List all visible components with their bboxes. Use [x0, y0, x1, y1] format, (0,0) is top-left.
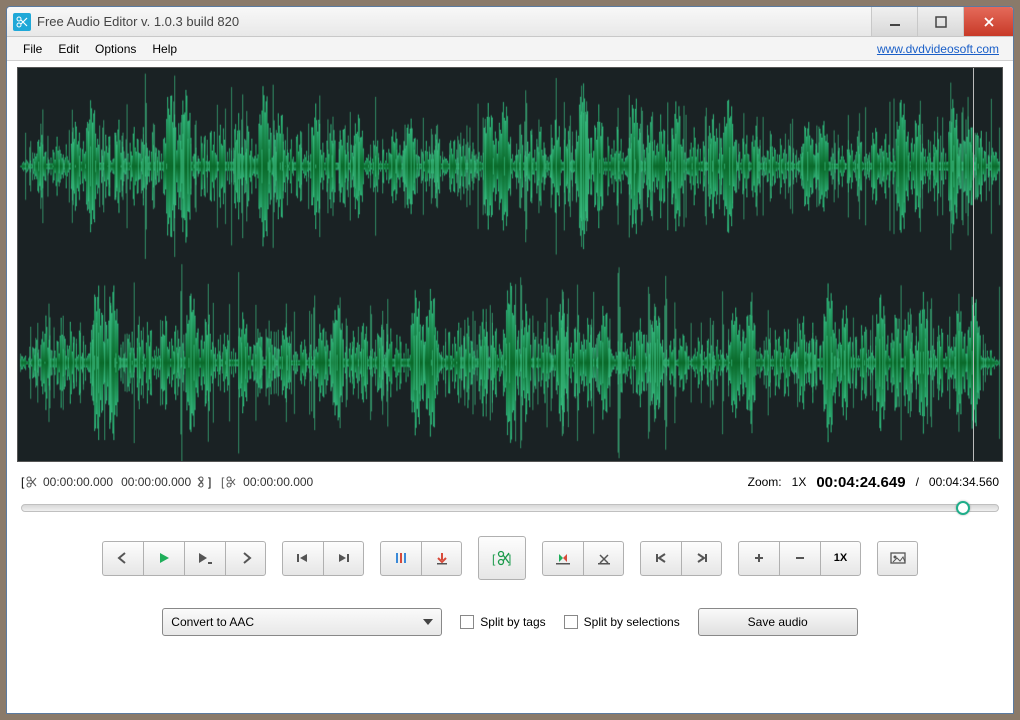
import-icon — [554, 551, 572, 565]
minus-icon — [793, 551, 807, 565]
menubar: File Edit Options Help www.dvdvideosoft.… — [7, 37, 1013, 61]
screenshot-button[interactable] — [877, 541, 918, 576]
window-controls — [871, 7, 1013, 36]
zoom-level: 1X — [792, 475, 807, 489]
play-to-end-icon — [197, 551, 213, 565]
go-start-button[interactable] — [640, 541, 681, 576]
svg-text:]: ] — [208, 475, 211, 489]
skip-forward-icon — [336, 551, 352, 565]
save-audio-button[interactable]: Save audio — [698, 608, 858, 636]
image-icon — [890, 551, 906, 565]
delete-icon — [596, 551, 612, 565]
split-by-selections-checkbox[interactable]: Split by selections — [564, 615, 680, 629]
zoom-reset-button[interactable]: 1X — [820, 541, 861, 576]
output-bar: Convert to AAC Split by tags Split by se… — [7, 594, 1013, 656]
minimize-button[interactable] — [871, 7, 917, 36]
plus-icon — [752, 551, 766, 565]
cut-position: [ 00:00:00.000 — [221, 474, 313, 490]
format-select[interactable]: Convert to AAC — [162, 608, 442, 636]
scissors-bracket-open-icon: [ — [21, 474, 37, 490]
split-by-tags-label: Split by tags — [480, 615, 545, 629]
play-selection-button[interactable] — [184, 541, 225, 576]
svg-text:[: [ — [492, 552, 496, 566]
time-separator: / — [916, 475, 919, 489]
maximize-button[interactable] — [917, 7, 963, 36]
website-link[interactable]: www.dvdvideosoft.com — [877, 42, 1005, 56]
arrow-left-icon — [116, 551, 130, 565]
cut-time: 00:00:00.000 — [243, 475, 313, 489]
selection-end: 00:00:00.000 ] — [121, 474, 213, 490]
info-bar: [ 00:00:00.000 00:00:00.000 ] [ 00:00:00… — [7, 462, 1013, 496]
menu-file[interactable]: File — [15, 39, 50, 59]
arrow-down-red-icon — [435, 551, 449, 565]
svg-text:[: [ — [21, 475, 25, 489]
app-window: Free Audio Editor v. 1.0.3 build 820 Fil… — [6, 6, 1014, 714]
markers-button[interactable] — [380, 541, 421, 576]
current-time: 00:04:24.649 — [816, 474, 905, 491]
titlebar[interactable]: Free Audio Editor v. 1.0.3 build 820 — [7, 7, 1013, 37]
menu-edit[interactable]: Edit — [50, 39, 87, 59]
zoom-in-button[interactable] — [738, 541, 779, 576]
previous-button[interactable] — [102, 541, 143, 576]
zoom-reset-label: 1X — [834, 552, 847, 564]
selection-start: [ 00:00:00.000 — [21, 474, 113, 490]
import-button[interactable] — [542, 541, 583, 576]
zoom-out-button[interactable] — [779, 541, 820, 576]
selection-end-time: 00:00:00.000 — [121, 475, 191, 489]
app-icon — [13, 13, 31, 31]
close-button[interactable] — [963, 7, 1013, 36]
go-end-button[interactable] — [681, 541, 722, 576]
main-toolbar: [] 1X — [7, 526, 1013, 594]
play-icon — [157, 551, 171, 565]
svg-text:]: ] — [508, 552, 511, 566]
menu-help[interactable]: Help — [144, 39, 185, 59]
slider-thumb[interactable] — [956, 501, 970, 515]
scissors-green-icon: [] — [491, 548, 513, 568]
checkbox-box — [564, 615, 578, 629]
position-slider[interactable] — [7, 496, 1013, 526]
svg-text:[: [ — [221, 475, 225, 489]
go-end-icon — [695, 551, 709, 565]
zoom-label: Zoom: — [748, 475, 782, 489]
skip-back-icon — [295, 551, 311, 565]
total-time: 00:04:34.560 — [929, 475, 999, 489]
go-start-icon — [654, 551, 668, 565]
next-button[interactable] — [225, 541, 266, 576]
arrow-right-icon — [239, 551, 253, 565]
window-title: Free Audio Editor v. 1.0.3 build 820 — [37, 14, 871, 29]
playhead[interactable] — [973, 68, 974, 461]
marker-down-button[interactable] — [421, 541, 462, 576]
cut-selection-button[interactable]: [] — [478, 536, 526, 580]
markers-icon — [393, 551, 409, 565]
scissors-cut-icon: [ — [221, 474, 237, 490]
chevron-down-icon — [423, 619, 433, 625]
scissors-bracket-close-icon: ] — [197, 474, 213, 490]
checkbox-box — [460, 615, 474, 629]
format-select-value: Convert to AAC — [171, 615, 254, 629]
menu-options[interactable]: Options — [87, 39, 144, 59]
delete-button[interactable] — [583, 541, 624, 576]
skip-back-button[interactable] — [282, 541, 323, 576]
play-button[interactable] — [143, 541, 184, 576]
selection-start-time: 00:00:00.000 — [43, 475, 113, 489]
split-by-selections-label: Split by selections — [584, 615, 680, 629]
skip-forward-button[interactable] — [323, 541, 364, 576]
save-audio-label: Save audio — [748, 615, 808, 629]
split-by-tags-checkbox[interactable]: Split by tags — [460, 615, 545, 629]
waveform-display[interactable] — [17, 67, 1003, 462]
